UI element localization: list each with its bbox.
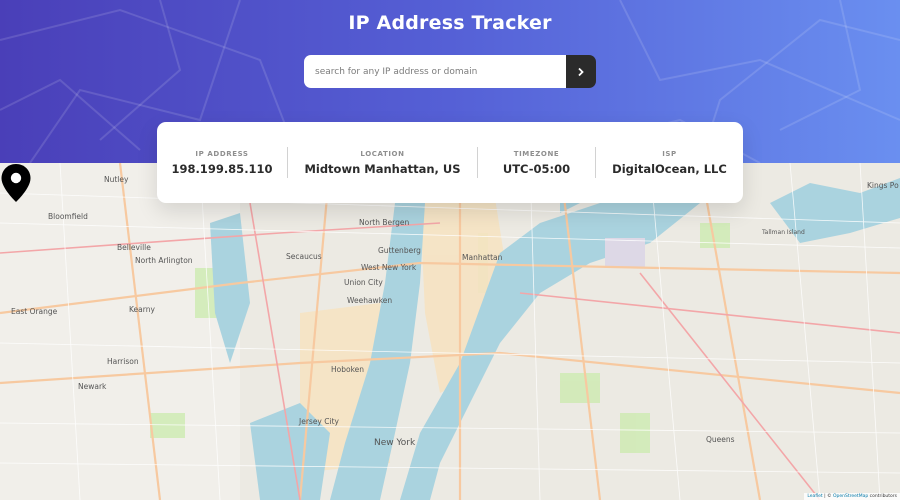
location-value: Midtown Manhattan, US <box>304 162 461 176</box>
osm-link[interactable]: OpenStreetMap <box>833 494 868 499</box>
leaflet-link[interactable]: Leaflet <box>807 494 822 499</box>
map-label: North Arlington <box>135 256 193 265</box>
isp-value: DigitalOcean, LLC <box>612 162 727 176</box>
search-input[interactable] <box>304 55 566 88</box>
timezone-value: UTC-05:00 <box>502 162 571 176</box>
map-label: East Orange <box>11 307 58 316</box>
map-label: Nutley <box>104 175 129 184</box>
location-stat: LOCATION Midtown Manhattan, US <box>288 122 477 203</box>
ip-address-value: 198.199.85.110 <box>171 162 273 176</box>
ip-address-label: IP ADDRESS <box>195 150 249 158</box>
search-submit-button[interactable] <box>566 55 596 88</box>
map-label: Kearny <box>129 305 155 314</box>
map-tiles: Nutley Bloomfield Belleville North Arlin… <box>0 163 900 500</box>
chevron-right-icon <box>578 67 584 76</box>
map-label: Bloomfield <box>48 212 88 221</box>
map-label: Kings Po <box>867 181 899 190</box>
map-attribution: Leaflet | © OpenStreetMap contributors <box>804 493 900 500</box>
attribution-separator: | © <box>822 494 833 499</box>
map-label: Hoboken <box>331 365 364 374</box>
map-label: North Bergen <box>359 218 409 227</box>
map-label: Queens <box>706 435 735 444</box>
map-label: Harrison <box>107 357 139 366</box>
map-label: Manhattan <box>462 253 503 262</box>
map-label: Jersey City <box>298 417 340 426</box>
isp-stat: ISP DigitalOcean, LLC <box>596 122 743 203</box>
map-label: Guttenberg <box>378 246 421 255</box>
map-label: Tallman Island <box>761 229 805 236</box>
search-bar <box>304 55 596 88</box>
map-label: Newark <box>78 382 107 391</box>
location-label: LOCATION <box>360 150 405 158</box>
attribution-suffix: contributors <box>868 494 897 499</box>
isp-label: ISP <box>662 150 677 158</box>
timezone-label: TIMEZONE <box>513 150 560 158</box>
location-pin-icon[interactable] <box>0 163 32 203</box>
map-label: West New York <box>361 263 417 272</box>
map-label: Union City <box>344 278 383 287</box>
ip-info-card: IP ADDRESS 198.199.85.110 LOCATION Midto… <box>157 122 743 203</box>
map-label: Secaucus <box>286 252 322 261</box>
map-view[interactable]: Nutley Bloomfield Belleville North Arlin… <box>0 163 900 500</box>
ip-address-stat: IP ADDRESS 198.199.85.110 <box>157 122 287 203</box>
timezone-stat: TIMEZONE UTC-05:00 <box>478 122 595 203</box>
map-label: Belleville <box>117 243 151 252</box>
map-label: Weehawken <box>347 296 392 305</box>
map-label: New York <box>374 438 416 448</box>
page-title: IP Address Tracker <box>348 12 552 34</box>
